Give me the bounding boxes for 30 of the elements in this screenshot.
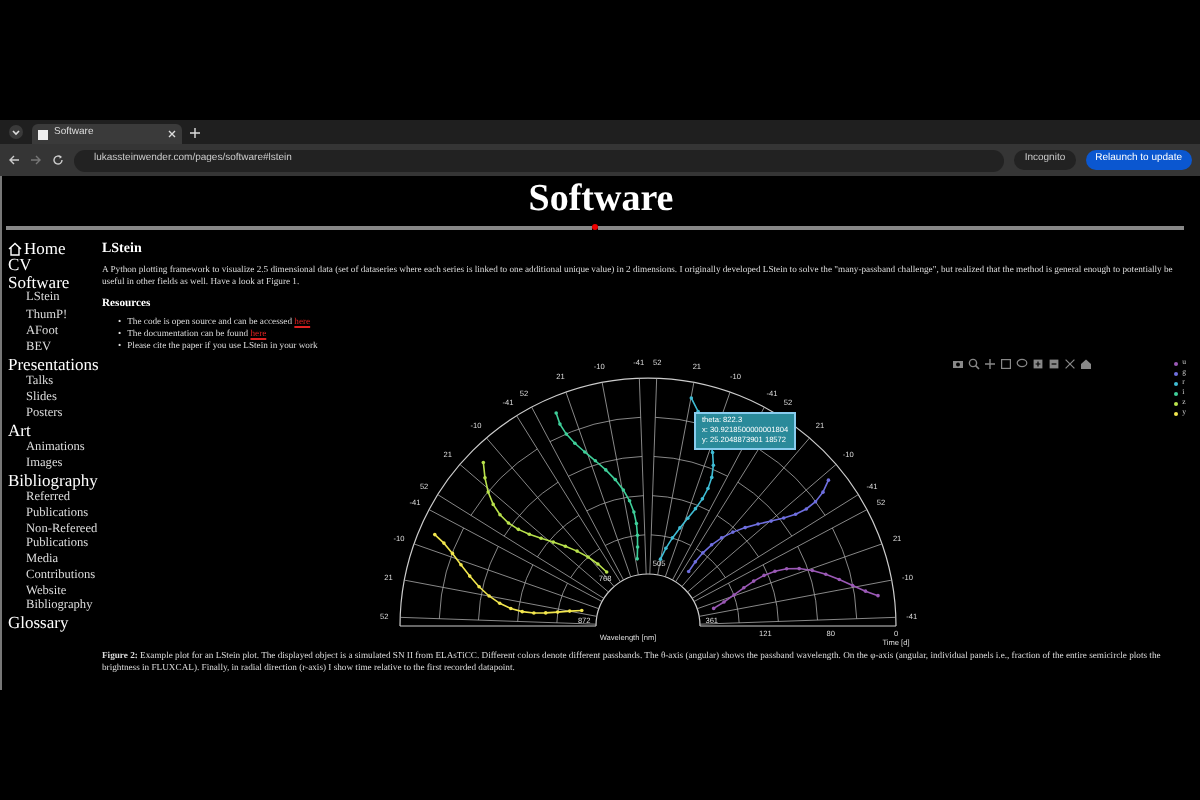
- home-icon[interactable]: [1080, 358, 1092, 371]
- legend-dot[interactable]: [1174, 401, 1179, 406]
- home-icon[interactable]: [8, 241, 22, 256]
- magnifier-icon[interactable]: [968, 358, 980, 371]
- sidebar-link[interactable]: Software: [8, 273, 70, 290]
- forward-arrow-icon[interactable]: [30, 154, 42, 166]
- sidebar-link[interactable]: Presentations: [8, 355, 99, 373]
- reload-icon[interactable]: [52, 154, 64, 166]
- legend-dot[interactable]: [1174, 381, 1179, 386]
- legend-dot[interactable]: [1174, 371, 1179, 376]
- sidebar-link[interactable]: Home: [24, 240, 66, 257]
- page-title: Software: [526, 176, 676, 224]
- back-arrow-icon[interactable]: [8, 154, 20, 166]
- legend-dot[interactable]: [1174, 391, 1179, 396]
- page-icon: [38, 129, 48, 139]
- minus-square-icon[interactable]: [1048, 358, 1060, 371]
- camera-icon[interactable]: [952, 358, 964, 371]
- sidebar-link[interactable]: Bibliography: [8, 472, 98, 489]
- plus-square-icon[interactable]: [1032, 358, 1044, 371]
- lasso-icon[interactable]: [1016, 358, 1028, 371]
- separator-dot: [592, 224, 598, 230]
- sidebar-link[interactable]: Glossary: [8, 614, 69, 632]
- square-icon[interactable]: [1000, 358, 1012, 371]
- sidebar-link[interactable]: CV: [8, 256, 32, 274]
- plus-icon[interactable]: [984, 358, 996, 371]
- legend-dot[interactable]: [1174, 411, 1179, 416]
- sidebar-link[interactable]: Art: [8, 422, 31, 439]
- close-icon[interactable]: [168, 130, 176, 138]
- legend-dot[interactable]: [1174, 361, 1179, 366]
- new-tab-icon[interactable]: [190, 128, 200, 138]
